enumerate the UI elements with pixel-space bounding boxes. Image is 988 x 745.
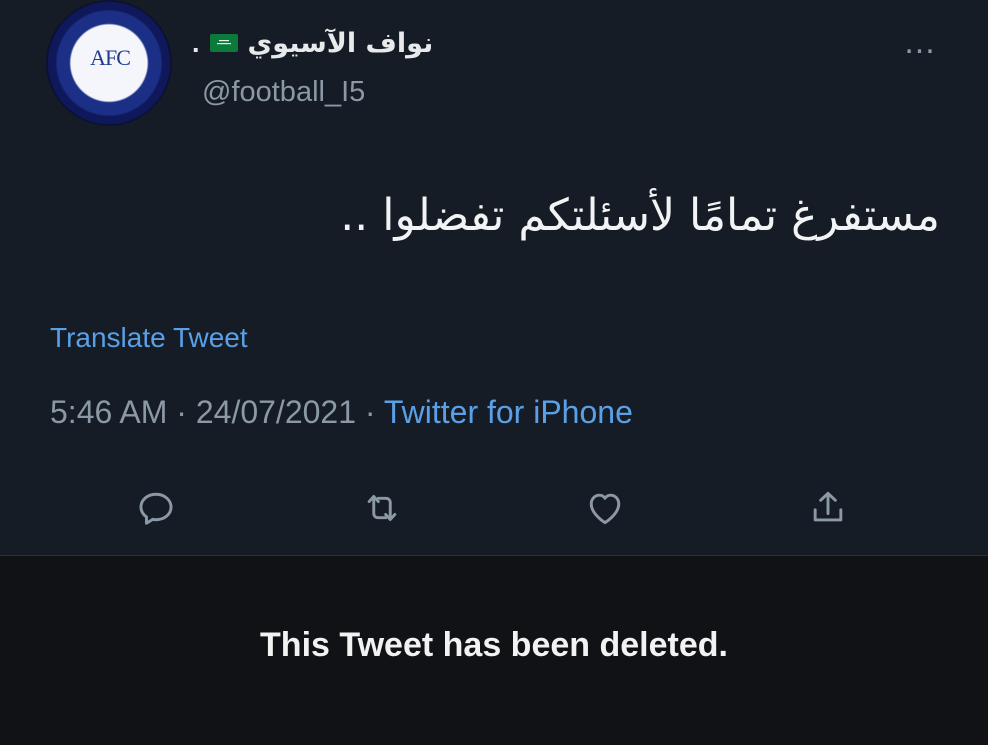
share-button[interactable] bbox=[798, 478, 858, 538]
heart-icon bbox=[589, 493, 621, 525]
author-name-row[interactable]: نواف الآسيوي . bbox=[192, 24, 433, 62]
meta-separator: · bbox=[176, 394, 187, 430]
share-icon bbox=[813, 491, 843, 522]
retweet-icon bbox=[367, 494, 397, 522]
tweet-source-link[interactable]: Twitter for iPhone bbox=[384, 394, 633, 430]
like-button[interactable] bbox=[575, 478, 635, 538]
retweet-button[interactable] bbox=[352, 478, 412, 538]
reply-icon bbox=[139, 492, 173, 525]
author-handle[interactable]: @football_I5 bbox=[202, 76, 365, 109]
display-name[interactable]: نواف الآسيوي bbox=[248, 28, 434, 59]
meta-separator: · bbox=[364, 394, 376, 430]
deleted-message: This Tweet has been deleted. bbox=[260, 626, 728, 664]
translate-tweet-link[interactable]: Translate Tweet bbox=[50, 322, 248, 354]
more-options-button[interactable]: ... bbox=[896, 25, 944, 59]
tweet-time[interactable]: 5:46 AM bbox=[50, 394, 167, 430]
afc-logo: AFC bbox=[90, 45, 131, 70]
name-suffix: . bbox=[192, 27, 200, 58]
deleted-tweet-notice: This Tweet has been deleted. bbox=[0, 555, 988, 745]
tweet-actions bbox=[0, 478, 988, 538]
tweet-text: مستفرغ تمامًا لأسئلتكم تفضلوا .. bbox=[340, 190, 940, 241]
saudi-flag-icon bbox=[209, 34, 238, 52]
tweet-card: AFC نواف الآسيوي . @football_I5 ... مستف… bbox=[0, 0, 988, 553]
reply-button[interactable] bbox=[126, 478, 186, 538]
tweet-date[interactable]: 24/07/2021 bbox=[196, 394, 356, 430]
tweet-meta: 5:46 AM · 24/07/2021 · Twitter for iPhon… bbox=[50, 394, 633, 431]
